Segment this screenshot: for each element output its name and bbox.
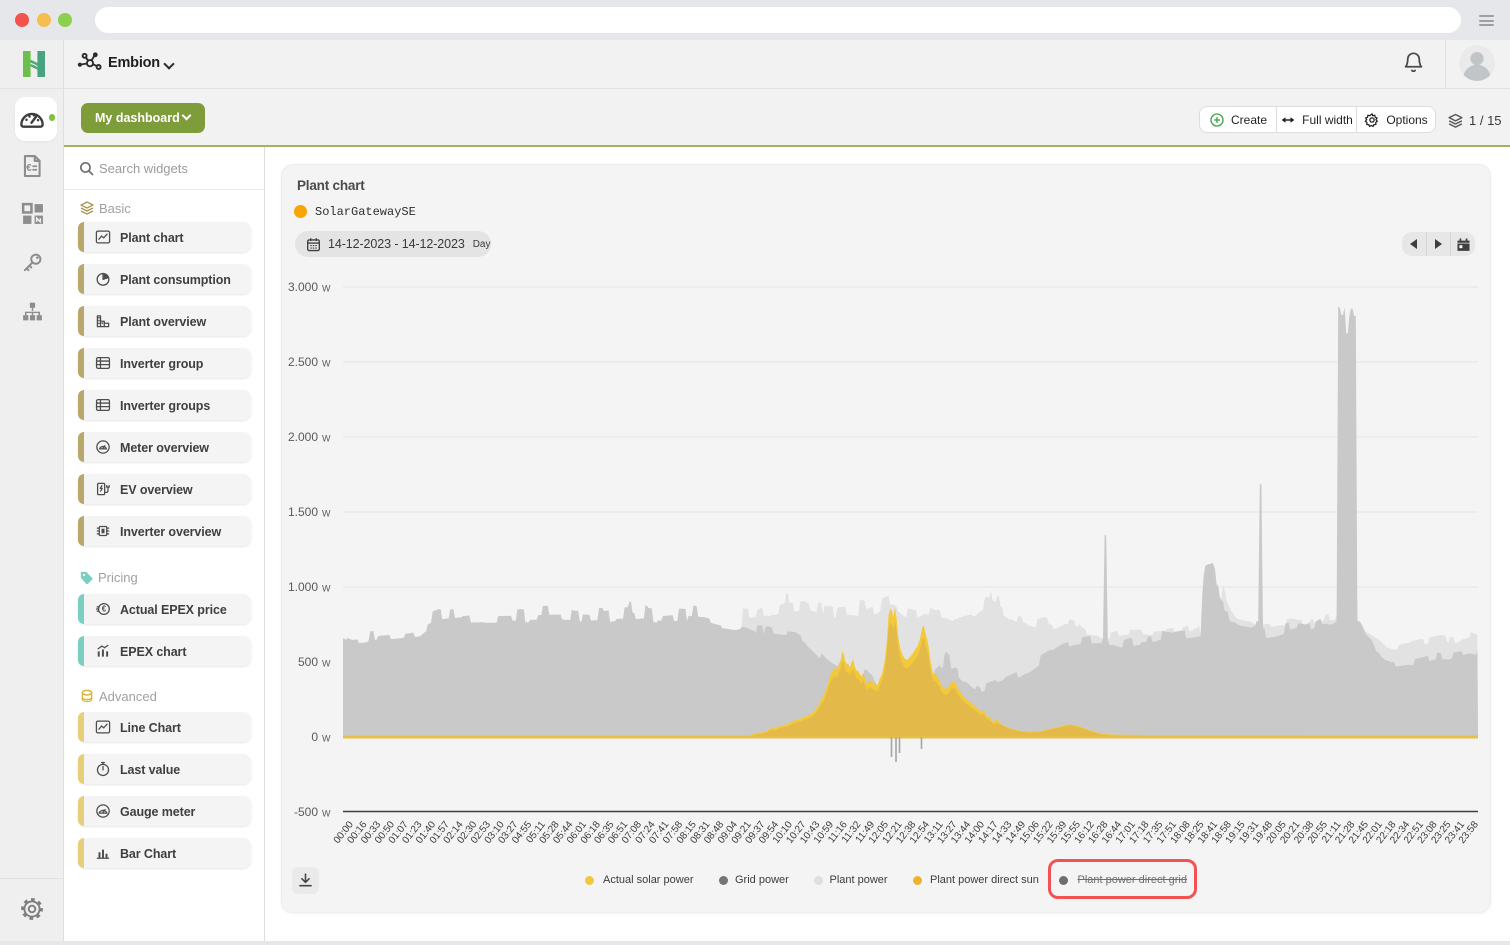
svg-text:1.500: 1.500 bbox=[288, 505, 318, 519]
svg-text:500: 500 bbox=[298, 655, 318, 669]
svg-text:W: W bbox=[322, 509, 331, 519]
svg-text:W: W bbox=[322, 734, 331, 744]
svg-text:W: W bbox=[322, 434, 331, 444]
svg-text:W: W bbox=[322, 809, 331, 819]
svg-text:2.500: 2.500 bbox=[288, 355, 318, 369]
svg-text:W: W bbox=[322, 659, 331, 669]
svg-text:W: W bbox=[322, 584, 331, 594]
svg-text:2.000: 2.000 bbox=[288, 430, 318, 444]
svg-text:1.000: 1.000 bbox=[288, 580, 318, 594]
svg-text:0: 0 bbox=[311, 730, 318, 744]
svg-text:3.000: 3.000 bbox=[288, 280, 318, 294]
svg-text:-500: -500 bbox=[294, 805, 318, 819]
svg-text:W: W bbox=[322, 359, 331, 369]
svg-text:W: W bbox=[322, 284, 331, 294]
